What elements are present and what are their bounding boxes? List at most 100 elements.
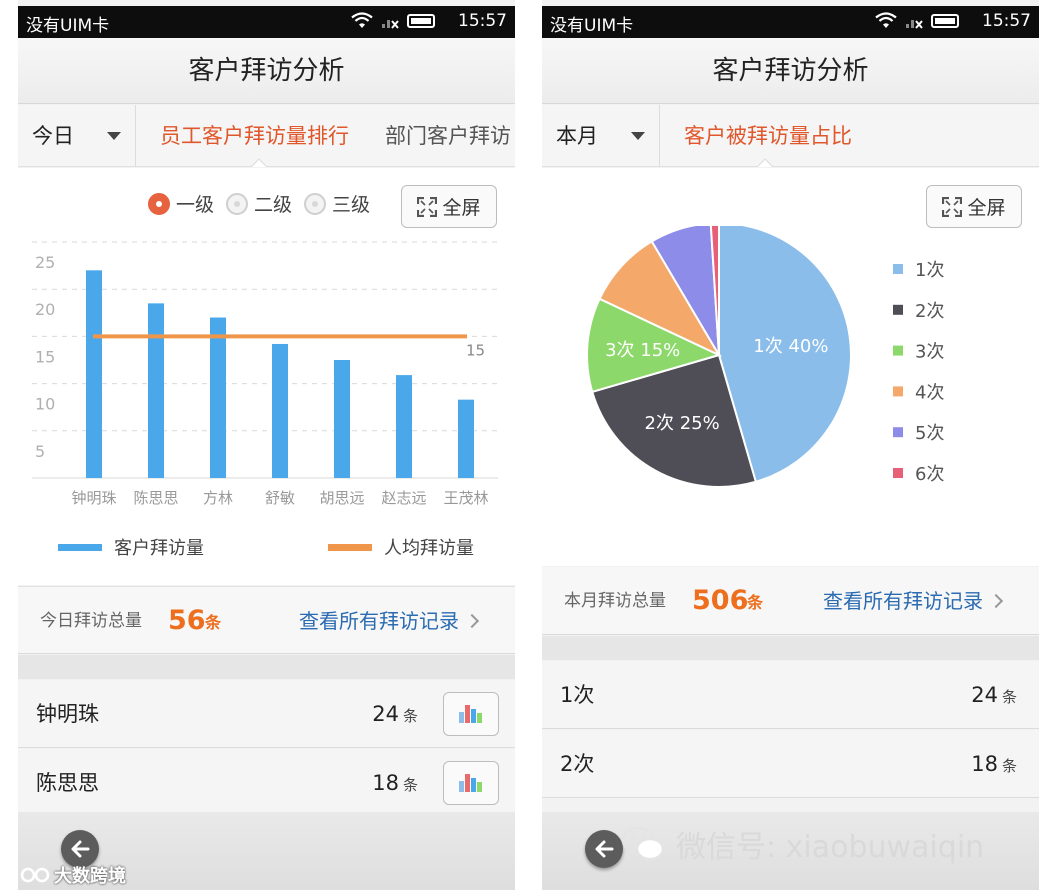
tab-department[interactable]: 部门客户拜访: [385, 105, 511, 167]
carrier-text: 没有UIM卡: [26, 16, 110, 36]
tab-bar: 本月 客户被拜访量占比: [542, 105, 1039, 167]
visit-count: 18 条: [971, 730, 1017, 800]
radio-checked-icon: [148, 192, 170, 215]
y-tick-label: 15: [35, 347, 55, 366]
row-chart-button[interactable]: [443, 692, 499, 736]
list-item[interactable]: 1次 24 条: [542, 661, 1039, 729]
period-select[interactable]: 本月: [542, 105, 660, 167]
tab-pointer-icon: [757, 158, 773, 167]
clock-text: 15:57: [458, 11, 507, 31]
view-all-records-link[interactable]: 查看所有拜访记录: [299, 587, 480, 655]
total-unit: 条: [747, 593, 764, 612]
x-tick-label: 方林: [203, 489, 233, 507]
chart-panel: 全屏 1次 40% 2次 25% 3次 15% 1次 2次 3次 4次 5次 6次: [542, 168, 1039, 566]
tab-label: 员工客户拜访量排行: [160, 124, 349, 148]
bar: [148, 303, 164, 478]
right-phone-screen: 没有UIM卡 15:57 客户拜访分析 本月 客户被拜访量占比 全屏 1次 40…: [542, 0, 1039, 890]
period-value: 本月: [556, 124, 598, 148]
total-value: 56: [168, 605, 206, 636]
total-summary: 今日拜访总量 56 条 查看所有拜访记录: [18, 586, 515, 654]
average-value-label: 15: [466, 341, 485, 359]
legend-swatch: [893, 264, 903, 274]
list-item[interactable]: 2次 18 条: [542, 730, 1039, 798]
legend-swatch: [893, 427, 903, 438]
count-value: 24: [372, 702, 399, 726]
bar: [210, 317, 226, 478]
count-value: 18: [372, 771, 399, 795]
level-label: 二级: [254, 194, 293, 216]
count-unit: 条: [402, 776, 418, 794]
legend-label: 2次: [915, 301, 944, 322]
status-bar: 没有UIM卡 15:57: [18, 6, 515, 38]
bar-chart-icon: [459, 774, 482, 792]
wifi-icon: [351, 12, 373, 28]
battery-icon: [931, 14, 959, 28]
carrier-text: 没有UIM卡: [550, 16, 634, 36]
count-unit: 条: [1001, 688, 1017, 706]
legend-swatch: [328, 543, 372, 551]
y-tick-label: 20: [35, 300, 55, 319]
legend-swatch: [893, 304, 903, 315]
arrow-left-icon: [595, 840, 614, 858]
source-text: 大数跨境: [54, 866, 126, 887]
caret-down-icon: [107, 132, 121, 140]
row-chart-button[interactable]: [443, 761, 499, 805]
bar: [458, 399, 474, 478]
visit-count: 24 条: [971, 661, 1017, 731]
chart-panel: 一级 二级 三级 全屏 25 20 15 10 5 钟明珠 陈思思 方林 舒敏 胡思远 赵志远 王茂林…: [18, 168, 515, 585]
level-option-1[interactable]: 一级: [148, 190, 214, 217]
legend-label: 5次: [915, 423, 944, 444]
chevron-right-icon: [988, 593, 1004, 609]
legend-label: 1次: [915, 260, 944, 281]
employee-name: 陈思思: [36, 771, 99, 795]
legend-swatch: [58, 543, 102, 551]
bar-chart-icon: [459, 705, 482, 723]
legend-item-visits: 客户拜访量: [58, 534, 204, 560]
total-unit: 条: [205, 613, 222, 632]
fullscreen-label: 全屏: [442, 197, 481, 219]
expand-icon: [417, 196, 438, 217]
bar: [272, 343, 288, 478]
count-unit: 条: [1001, 757, 1017, 775]
tab-label: 部门客户拜访: [385, 124, 511, 148]
back-button[interactable]: [585, 830, 623, 868]
battery-icon: [407, 14, 435, 28]
tab-pointer-icon: [251, 158, 267, 167]
page-title: 客户拜访分析: [18, 38, 515, 104]
frequency-label: 1次: [560, 683, 595, 707]
view-all-label: 查看所有拜访记录: [299, 609, 459, 633]
wechat-id-text: 微信号: xiaobuwaiqin: [676, 830, 985, 865]
signal-icon: [382, 20, 399, 29]
fullscreen-button[interactable]: 全屏: [926, 185, 1022, 228]
list-item[interactable]: 陈思思 18 条: [18, 749, 515, 817]
list-item[interactable]: 钟明珠 24 条: [18, 680, 515, 748]
level-option-3[interactable]: 三级: [304, 190, 370, 217]
slice-label: 3次 15%: [605, 340, 680, 361]
legend-swatch: [893, 345, 903, 356]
source-watermark: 大数跨境: [6, 862, 126, 888]
fullscreen-button[interactable]: 全屏: [401, 185, 497, 228]
visit-count: 18 条: [372, 749, 418, 819]
x-tick-label: 陈思思: [133, 489, 178, 507]
x-tick-label: 钟明珠: [71, 489, 116, 507]
total-value: 506: [692, 585, 749, 616]
view-all-records-link[interactable]: 查看所有拜访记录: [823, 567, 1004, 635]
pie-chart: 1次 40% 2次 25% 3次 15% 1次 2次 3次 4次 5次 6次: [586, 226, 944, 488]
status-icons: [351, 12, 435, 30]
level-selector: 一级 二级 三级: [148, 190, 370, 217]
count-unit: 条: [402, 707, 418, 725]
y-tick-label: 25: [35, 253, 55, 272]
period-select[interactable]: 今日: [18, 105, 136, 167]
legend-label: 3次: [915, 342, 944, 363]
level-option-2[interactable]: 二级: [226, 190, 292, 217]
level-label: 三级: [332, 194, 371, 216]
tab-label: 客户被拜访量占比: [684, 124, 852, 148]
bar: [86, 270, 102, 478]
view-all-label: 查看所有拜访记录: [823, 589, 983, 613]
wifi-icon: [875, 12, 897, 28]
legend-label: 6次: [915, 464, 944, 485]
slice-label: 1次 40%: [753, 336, 828, 357]
visit-count: 24 条: [372, 680, 418, 750]
section-divider: [18, 655, 515, 679]
level-label: 一级: [176, 194, 215, 216]
